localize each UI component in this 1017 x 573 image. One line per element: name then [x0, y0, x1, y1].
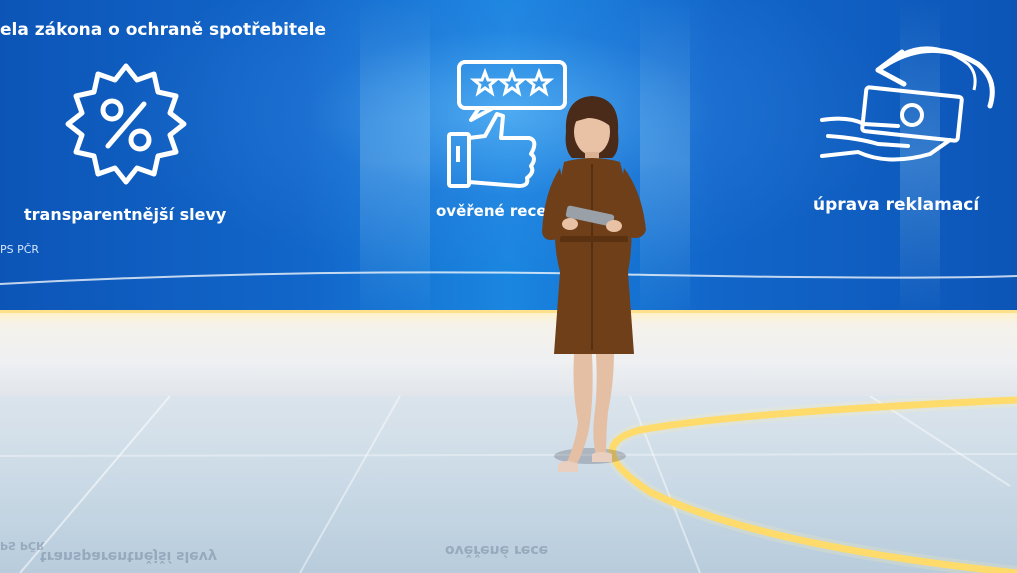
- percent-badge-icon: [65, 63, 187, 185]
- presenter: [542, 96, 646, 472]
- label-transparent-discounts: transparentnější slevy: [24, 205, 227, 224]
- presenter-leg: [566, 354, 593, 466]
- presenter-leg: [593, 354, 614, 456]
- reflection-text: PS PČR: [0, 539, 45, 552]
- studio-floor: transparentnější slevy ověřené rece PS P…: [0, 396, 1017, 573]
- studio-ledge: [0, 310, 1017, 401]
- label-complaints: úprava reklamací: [813, 195, 980, 215]
- refund-hand-icon: [820, 46, 995, 162]
- screen-divider-line: [0, 271, 1017, 285]
- presenter-shoe: [592, 452, 612, 462]
- screen-title: ela zákona o ochraně spotřebitele: [0, 20, 327, 40]
- reflection-text: transparentnější slevy: [40, 548, 218, 564]
- source-label: PS PČR: [0, 243, 40, 256]
- reflection-text: ověřené rece: [445, 542, 549, 558]
- tv-studio-scene: ela zákona o ochraně spotřebitele transp…: [0, 0, 1017, 573]
- video-wall: ela zákona o ochraně spotřebitele transp…: [0, 0, 1017, 322]
- presenter-belt: [560, 236, 628, 242]
